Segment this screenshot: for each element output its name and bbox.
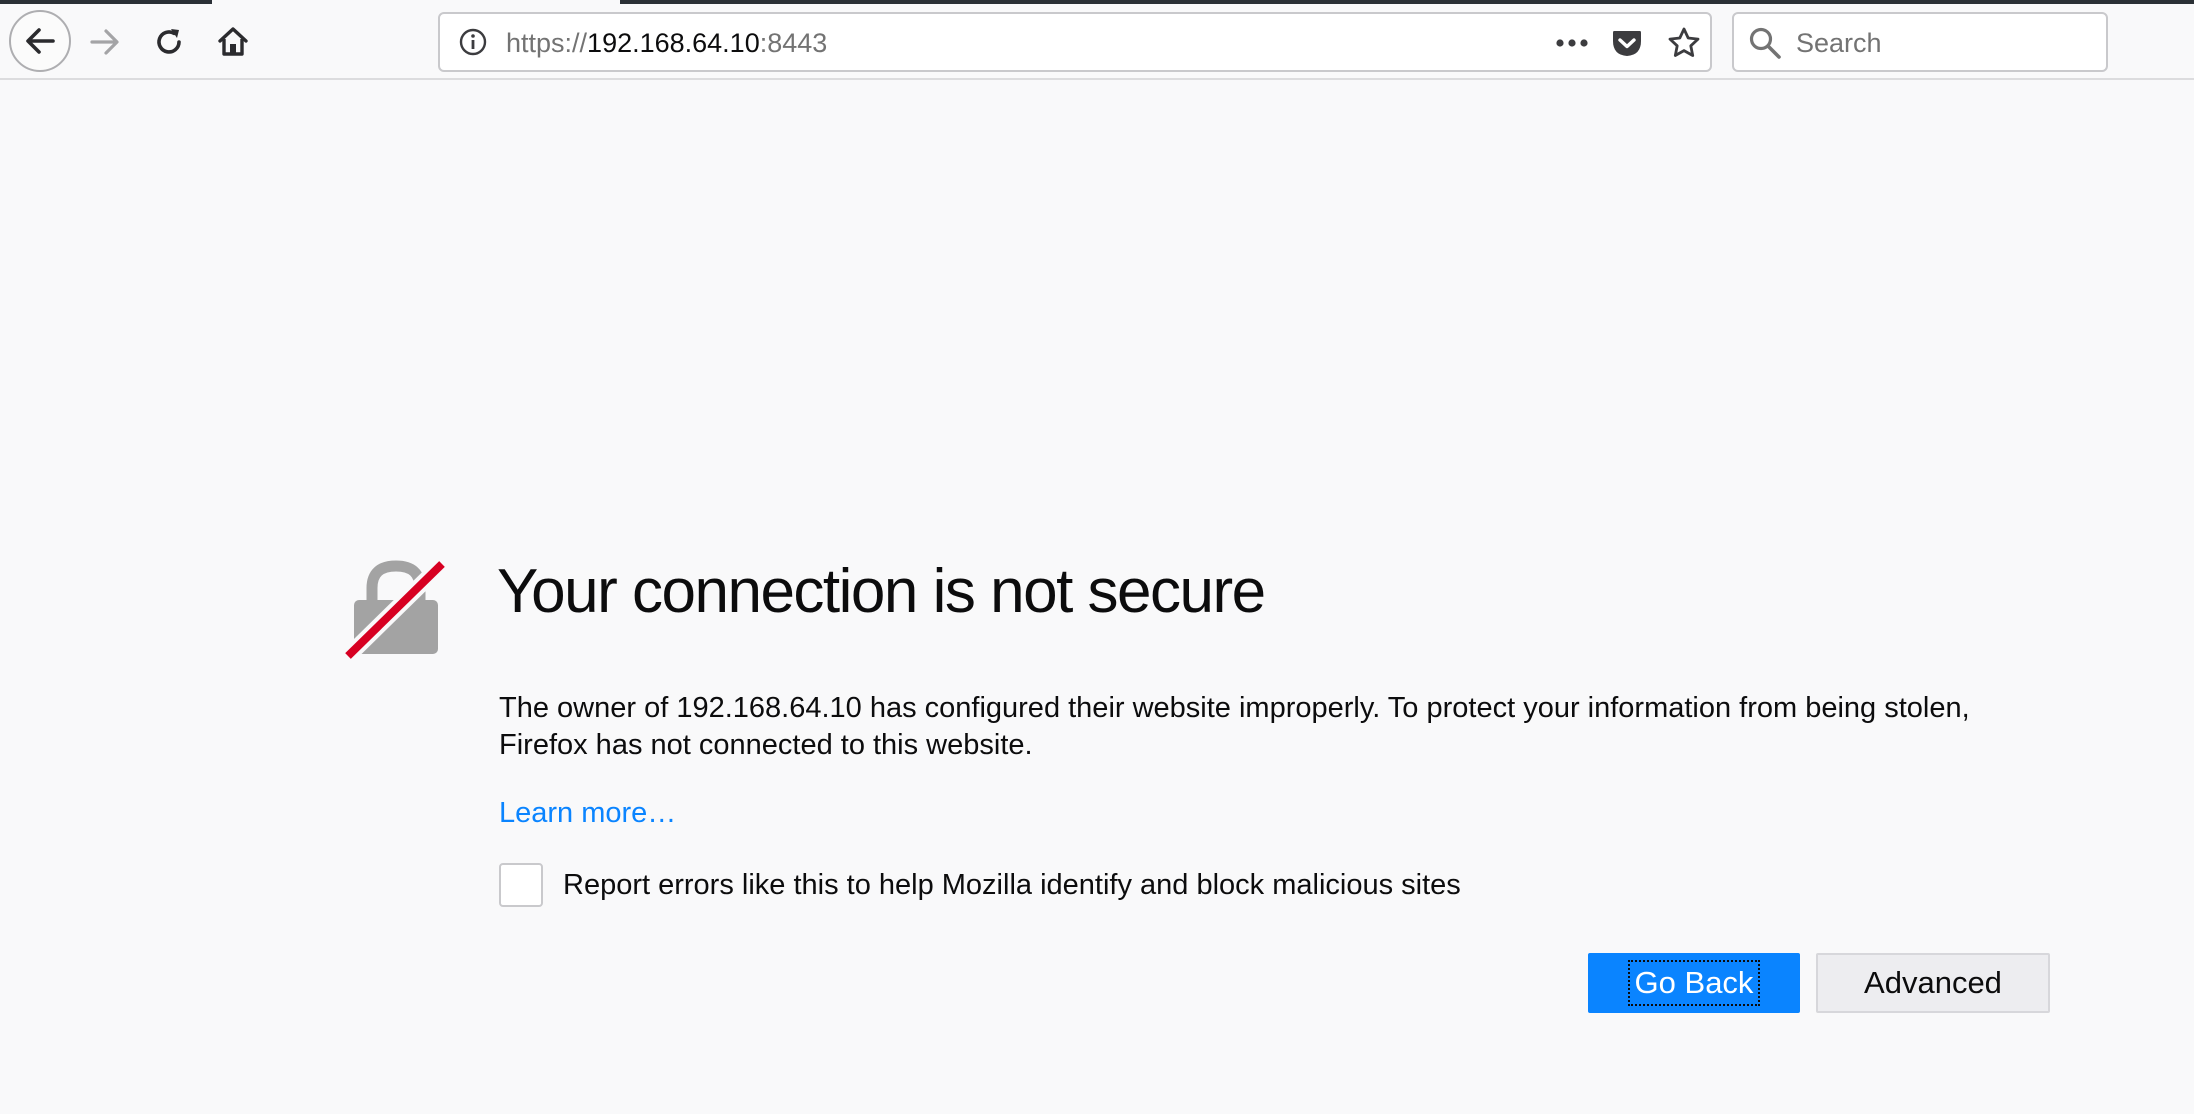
url-bar[interactable]: https://192.168.64.10:8443 [438, 12, 1712, 72]
learn-more-link[interactable]: Learn more… [499, 795, 676, 832]
home-icon [218, 27, 248, 56]
url-port: :8443 [759, 28, 828, 58]
forward-arrow-icon [90, 29, 119, 55]
report-errors-row[interactable]: Report errors like this to help Mozilla … [499, 862, 1461, 908]
broken-lock-icon [344, 556, 448, 660]
back-arrow-icon [26, 28, 55, 54]
more-dots-icon [1556, 39, 1588, 47]
search-bar[interactable] [1732, 12, 2108, 72]
go-back-button[interactable]: Go Back [1588, 953, 1800, 1013]
go-back-label: Go Back [1627, 960, 1761, 1006]
back-button[interactable] [9, 10, 71, 72]
search-input[interactable] [1794, 22, 2098, 64]
page-title: Your connection is not secure [497, 557, 1266, 626]
tab-strip-edge [0, 0, 212, 4]
forward-button[interactable] [80, 20, 130, 64]
pocket-button[interactable] [1607, 24, 1647, 62]
bookmark-button[interactable] [1664, 24, 1704, 62]
report-errors-checkbox[interactable] [499, 863, 543, 907]
tab-strip-edge [620, 0, 2194, 4]
home-button[interactable] [208, 20, 258, 64]
url-scheme: https:// [506, 28, 588, 58]
url-text[interactable]: https://192.168.64.10:8443 [506, 26, 827, 60]
advanced-button[interactable]: Advanced [1816, 953, 2050, 1013]
info-icon[interactable] [458, 27, 488, 57]
star-icon [1668, 27, 1700, 57]
reload-icon [157, 29, 181, 54]
search-icon [1749, 27, 1781, 59]
url-host: 192.168.64.10 [587, 28, 760, 58]
browser-toolbar: https://192.168.64.10:8443 [0, 0, 2194, 80]
page-actions-button[interactable] [1552, 26, 1592, 60]
reload-button[interactable] [144, 20, 194, 64]
report-errors-label[interactable]: Report errors like this to help Mozilla … [563, 869, 1461, 902]
pocket-icon [1613, 31, 1641, 56]
error-description: The owner of 192.168.64.10 has configure… [499, 692, 1970, 761]
